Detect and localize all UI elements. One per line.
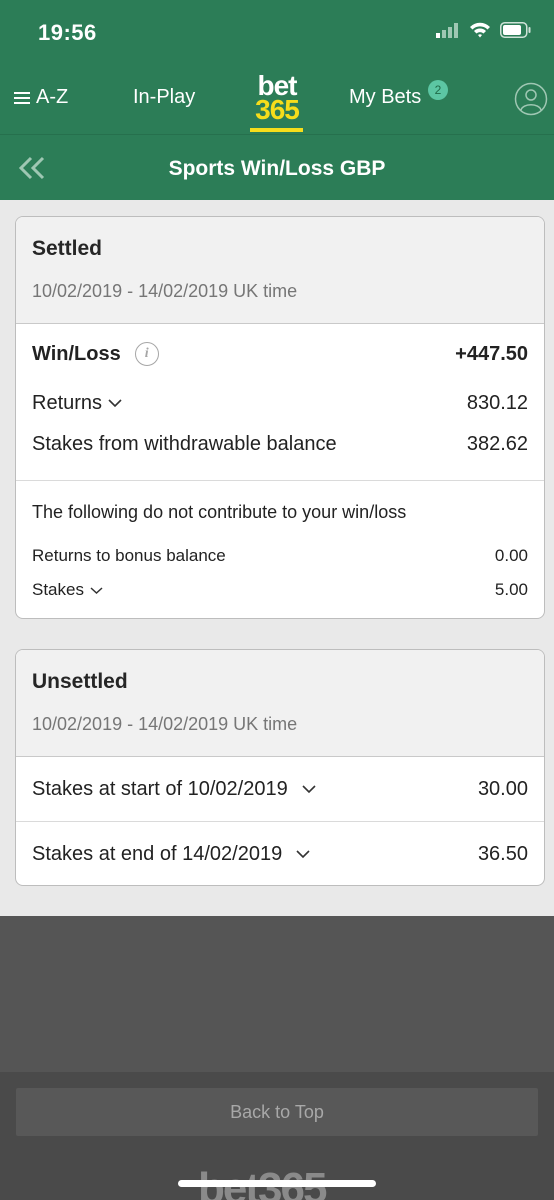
page-header: Sports Win/Loss GBP [0, 134, 554, 200]
stakes-start-row[interactable]: Stakes at start of 10/02/2019 30.00 [16, 757, 544, 821]
nav-az-label: A-Z [36, 86, 69, 108]
settled-date-range: 10/02/2019 - 14/02/2019 UK time [32, 281, 298, 301]
status-bar: 19:56 [0, 0, 554, 62]
stakes-start-label-group[interactable]: Stakes at start of 10/02/2019 [32, 778, 316, 801]
hamburger-icon [14, 91, 30, 104]
stakes-withdrawable-label: Stakes from withdrawable balance [32, 432, 337, 455]
account-icon[interactable] [514, 82, 548, 116]
wifi-icon [470, 22, 490, 38]
chevron-down-icon [296, 850, 310, 859]
stakes-withdrawable-row: Stakes from withdrawable balance 382.62 [16, 422, 544, 466]
status-time: 19:56 [38, 20, 97, 45]
unsettled-card: Unsettled 10/02/2019 - 14/02/2019 UK tim… [15, 649, 545, 886]
returns-value: 830.12 [466, 391, 528, 414]
nav-my-bets[interactable]: My Bets [349, 86, 421, 109]
winloss-label: Win/Loss [32, 342, 121, 365]
note-row: The following do not contribute to your … [16, 481, 544, 543]
info-icon[interactable]: i [134, 342, 159, 366]
signal-icon [436, 23, 458, 38]
chevron-down-icon [108, 399, 122, 408]
status-icons [436, 22, 532, 38]
my-bets-count-badge: 2 [428, 80, 448, 100]
bonus-stakes-value: 5.00 [494, 580, 528, 599]
chevron-down-icon [302, 785, 316, 794]
nav-az-menu[interactable]: A-Z [14, 86, 68, 109]
top-nav: A-Z In-Play bet 365 My Bets 2 [0, 62, 554, 134]
winloss-row: Win/Loss i +447.50 [16, 324, 544, 384]
stakes-end-row[interactable]: Stakes at end of 14/02/2019 36.50 [16, 822, 544, 885]
stakes-withdrawable-value: 382.62 [466, 432, 528, 455]
settled-header: Settled 10/02/2019 - 14/02/2019 UK time [16, 217, 544, 324]
bonus-returns-label: Returns to bonus balance [32, 546, 226, 565]
bet365-logo[interactable]: bet 365 [250, 72, 304, 125]
chevron-down-icon [90, 586, 103, 594]
stakes-end-label-group[interactable]: Stakes at end of 14/02/2019 [32, 843, 310, 866]
winloss-value: +447.50 [455, 342, 528, 365]
winloss-label-group: Win/Loss i [32, 342, 159, 366]
stakes-start-value: 30.00 [477, 777, 528, 800]
home-indicator[interactable] [178, 1180, 376, 1187]
bonus-stakes-row[interactable]: Stakes 5.00 [16, 569, 544, 611]
back-to-top-button[interactable]: Back to Top [16, 1088, 538, 1136]
non-contributing-note: The following do not contribute to your … [32, 501, 407, 522]
bonus-stakes-label: Stakes [32, 580, 84, 599]
settled-title: Settled [32, 237, 103, 260]
bonus-stakes-label-group[interactable]: Stakes [32, 580, 103, 600]
bonus-returns-row: Returns to bonus balance 0.00 [16, 543, 544, 569]
unsettled-header: Unsettled 10/02/2019 - 14/02/2019 UK tim… [16, 650, 544, 757]
bonus-returns-value: 0.00 [494, 546, 528, 565]
nav-in-play[interactable]: In-Play [133, 86, 195, 109]
stakes-end-value: 36.50 [477, 842, 528, 865]
stakes-start-label: Stakes at start of 10/02/2019 [32, 777, 288, 800]
returns-label-group[interactable]: Returns [32, 392, 122, 415]
stakes-end-label: Stakes at end of 14/02/2019 [32, 842, 283, 865]
logo-underline [250, 128, 303, 132]
returns-label: Returns [32, 391, 103, 414]
unsettled-title: Unsettled [32, 670, 128, 693]
unsettled-date-range: 10/02/2019 - 14/02/2019 UK time [32, 714, 298, 734]
settled-card: Settled 10/02/2019 - 14/02/2019 UK time … [15, 216, 545, 619]
empty-area [0, 916, 554, 1072]
logo-365: 365 [255, 94, 300, 125]
battery-icon [500, 22, 531, 38]
page-title: Sports Win/Loss GBP [168, 157, 386, 180]
returns-row[interactable]: Returns 830.12 [16, 384, 544, 422]
